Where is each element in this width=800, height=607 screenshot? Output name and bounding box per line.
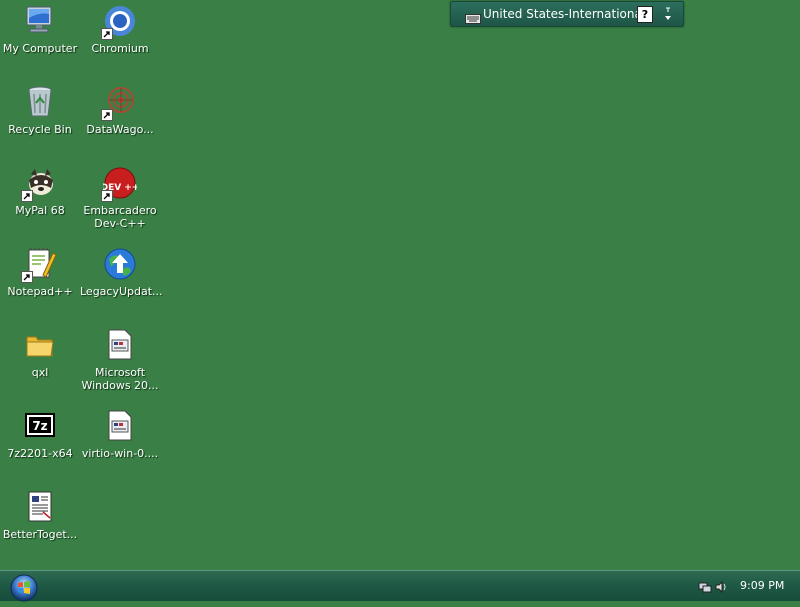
desktop-icon-label: DataWago... [86,123,154,136]
desktop-icon-mypal[interactable]: MyPal 68 [0,164,80,217]
desktop-icon-qxl[interactable]: qxl [0,326,80,379]
desktop-icon-label: 7z2201-x64 [7,447,73,460]
computer-icon [23,4,57,38]
desktop-icon-notepadpp[interactable]: Notepad++ [0,245,80,298]
legacyupdate-icon [103,247,137,281]
desktop-icon-label: MyPal 68 [15,204,65,217]
desktop-icon-virtio-win[interactable]: virtio-win-0.... [80,407,160,460]
start-button[interactable] [9,573,39,603]
desktop-icon-legacyupdate[interactable]: LegacyUpdat... [80,245,163,298]
desktop-icon-recycle-bin[interactable]: Recycle Bin [0,83,80,136]
shortcut-arrow-icon [21,271,33,283]
notepadpp-icon [21,247,57,283]
devcpp-icon: DEV ++ [101,166,139,202]
windows-orb-icon [10,574,38,602]
7zip-badge-text: 7z [32,419,47,433]
volume-icon[interactable] [714,579,728,594]
language-bar[interactable]: United States-International ? [450,1,684,27]
datawagon-icon [101,85,137,121]
folder-icon [23,328,57,362]
options-arrow-icon[interactable] [663,5,673,23]
desktop-icon-label: BetterToget... [2,528,78,541]
taskbar: 9:09 PM [0,570,800,603]
desktop-icon-label: Chromium [91,42,149,55]
network-icon[interactable] [698,579,712,593]
desktop-icon-label: Recycle Bin [8,123,72,136]
recycle-bin-icon [23,85,57,119]
chromium-icon [101,4,137,40]
desktop-icon-label: Embarcadero Dev-C++ [83,204,157,230]
shortcut-arrow-icon [101,190,113,202]
desktop-icon-my-computer[interactable]: My Computer [0,2,80,55]
taskbar-clock[interactable]: 9:09 PM [740,579,784,592]
document-icon [103,328,137,362]
help-button[interactable]: ? [637,6,653,23]
shortcut-arrow-icon [21,190,33,202]
desktop-icon-label: Notepad++ [7,285,73,298]
desktop-icon-label: Microsoft Windows 20... [81,366,159,392]
keyboard-icon [465,9,481,24]
desktop-icon-datawagon[interactable]: DataWago... [80,83,160,136]
desktop-icon-microsoft-windows[interactable]: Microsoft Windows 20... [80,326,160,392]
desktop: My Computer Recycle Bin MyPal 68 Notepad… [0,0,800,570]
text-document-icon [23,490,57,524]
desktop-icon-label: My Computer [2,42,78,55]
7zip-icon: 7z [23,409,57,443]
desktop-icon-devcpp[interactable]: DEV ++ Embarcadero Dev-C++ [80,164,160,230]
system-tray: 9:09 PM [690,571,800,601]
desktop-icon-7zip[interactable]: 7z 7z2201-x64 [0,407,80,460]
shortcut-arrow-icon [101,109,113,121]
mypal-icon [21,166,57,202]
desktop-icon-bettertogether[interactable]: BetterToget... [0,488,80,541]
document-icon [103,409,137,443]
desktop-icon-chromium[interactable]: Chromium [80,2,160,55]
input-language-label[interactable]: United States-International [483,7,645,21]
shortcut-arrow-icon [101,28,113,40]
desktop-icon-label: virtio-win-0.... [81,447,159,460]
desktop-icon-label: LegacyUpdat... [80,285,163,298]
desktop-icon-label: qxl [31,366,49,379]
